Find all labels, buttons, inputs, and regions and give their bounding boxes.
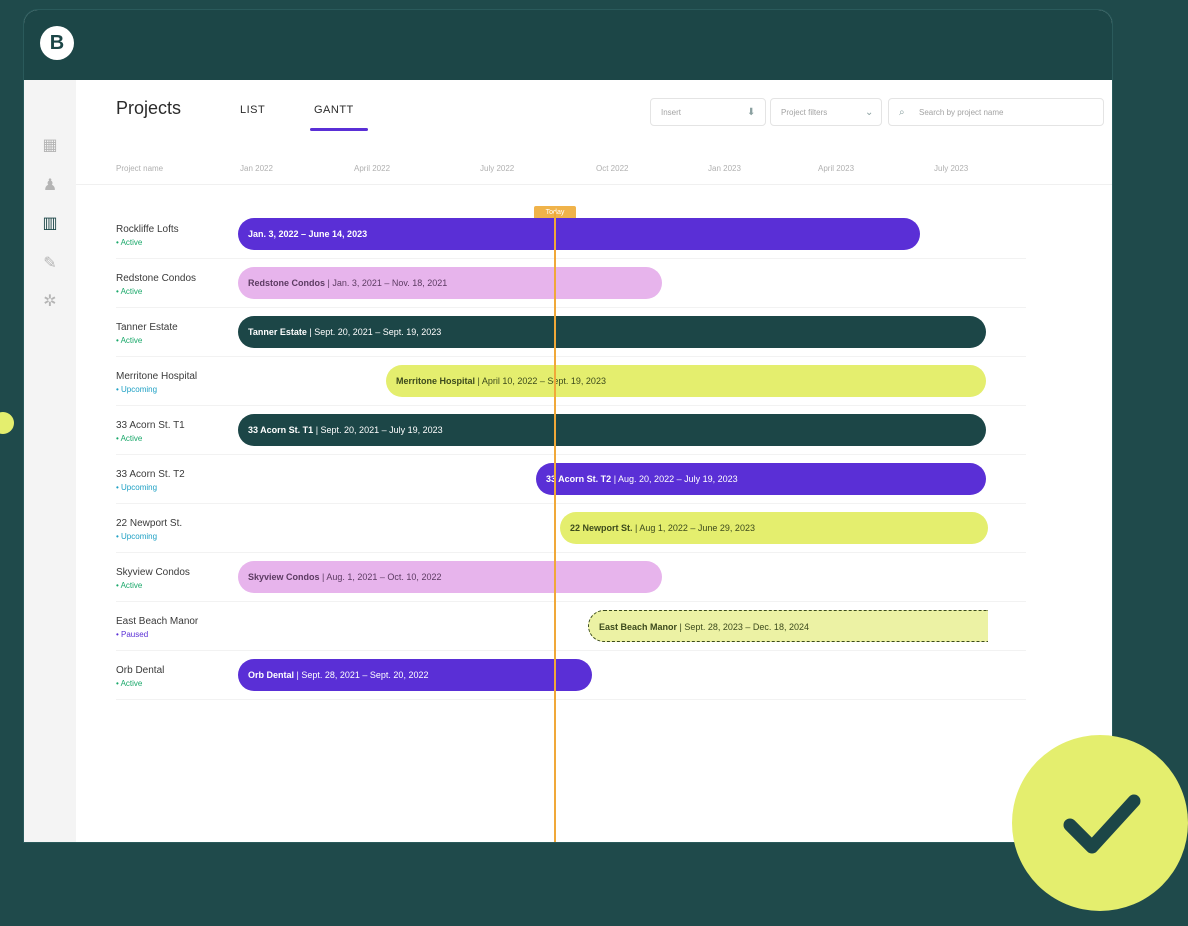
project-name[interactable]: Orb Dental	[116, 665, 164, 676]
status-badge: • Active	[116, 238, 143, 247]
gear-icon[interactable]: ✲	[40, 292, 60, 312]
bar-dates: Sept. 28, 2021 – Sept. 20, 2022	[301, 670, 429, 680]
project-name[interactable]: Rockliffe Lofts	[116, 224, 179, 235]
gantt-bar[interactable]: Skyview Condos | Aug. 1, 2021 – Oct. 10,…	[238, 561, 662, 593]
column-header-project-name: Project name	[116, 164, 164, 173]
column-header-month: Jan 2022	[240, 164, 273, 173]
project-name[interactable]: East Beach Manor	[116, 616, 198, 627]
bar-title: Tanner Estate	[248, 327, 307, 337]
row-divider	[116, 503, 1026, 504]
gantt-bar[interactable]: Orb Dental | Sept. 28, 2021 – Sept. 20, …	[238, 659, 592, 691]
bar-separator: |	[475, 376, 482, 386]
column-header-month: April 2022	[354, 164, 391, 173]
status-badge: • Active	[116, 336, 143, 345]
row-divider	[116, 650, 1026, 651]
bar-title: Orb Dental	[248, 670, 295, 680]
search-placeholder: Search by project name	[919, 108, 1004, 117]
row-divider	[116, 601, 1026, 602]
gantt-bar[interactable]: Redstone Condos | Jan. 3, 2021 – Nov. 18…	[238, 267, 662, 299]
bar-dates: Aug. 20, 2022 – July 19, 2023	[618, 474, 738, 484]
project-name[interactable]: Merritone Hospital	[116, 371, 197, 382]
row-divider	[116, 356, 1026, 357]
status-badge: • Upcoming	[116, 385, 158, 394]
gantt-bar[interactable]: 22 Newport St. | Aug 1, 2022 – June 29, …	[560, 512, 988, 544]
gantt-chart: Project name Jan 2022 April 2022 July 20…	[76, 150, 1112, 842]
gantt-bar[interactable]: Jan. 3, 2022 – June 14, 2023	[238, 218, 920, 250]
bar-title: 22 Newport St.	[570, 523, 633, 533]
search-icon: ⌕	[899, 107, 905, 118]
check-badge	[1012, 735, 1188, 911]
wrench-icon[interactable]: ✎	[40, 254, 60, 274]
gantt-bar[interactable]: East Beach Manor | Sept. 28, 2023 – Dec.…	[588, 610, 988, 642]
bar-dates: Jan. 3, 2022 – June 14, 2023	[248, 229, 368, 239]
gantt-bar[interactable]: 33 Acorn St. T1 | Sept. 20, 2021 – July …	[238, 414, 986, 446]
bar-title: 33 Acorn St. T1	[248, 425, 314, 435]
bar-separator: |	[611, 474, 619, 484]
filter-label: Project filters	[781, 108, 828, 117]
insert-label: Insert	[661, 108, 682, 117]
status-badge: • Active	[116, 434, 143, 443]
column-header-month: Jan 2023	[708, 164, 741, 173]
chevron-down-icon: ⌄	[865, 107, 874, 118]
building-icon[interactable]: ▥	[40, 214, 60, 234]
column-header-month: July 2022	[480, 164, 515, 173]
row-divider	[116, 699, 1026, 700]
status-badge: • Paused	[116, 630, 149, 639]
bar-dates: April 10, 2022 – Sept. 19, 2023	[481, 376, 606, 386]
bar-title: Redstone Condos	[248, 278, 326, 288]
bar-title: East Beach Manor	[599, 622, 678, 632]
user-icon[interactable]: ♟	[40, 176, 60, 196]
row-divider	[116, 552, 1026, 553]
sidebar: ▦ ♟ ▥ ✎ ✲	[24, 80, 77, 842]
bar-title: Skyview Condos	[248, 572, 320, 582]
bar-separator: |	[313, 425, 321, 435]
bar-dates: Sept. 28, 2023 – Dec. 18, 2024	[684, 622, 809, 632]
decorative-dot	[0, 412, 14, 434]
main-content: Projects LIST GANTT Insert ⬇ Project fil…	[76, 80, 1112, 842]
column-header-month: July 2023	[934, 164, 969, 173]
page-title: Projects	[116, 98, 182, 118]
bar-dates: Sept. 20, 2021 – July 19, 2023	[320, 425, 443, 435]
tab-gantt[interactable]: GANTT	[314, 104, 354, 116]
project-filters-dropdown[interactable]: Project filters ⌄	[770, 98, 882, 126]
status-badge: • Active	[116, 679, 143, 688]
project-name[interactable]: Tanner Estate	[116, 322, 178, 333]
insert-dropdown[interactable]: Insert ⬇	[650, 98, 766, 126]
app-logo[interactable]: B	[40, 26, 74, 60]
column-header-month: Oct 2022	[596, 164, 629, 173]
checkmark-icon	[1063, 794, 1141, 854]
project-name[interactable]: Redstone Condos	[116, 273, 196, 284]
row-divider	[116, 454, 1026, 455]
gantt-bar[interactable]: Merritone Hospital | April 10, 2022 – Se…	[386, 365, 986, 397]
bar-dates: Sept. 20, 2021 – Sept. 19, 2023	[314, 327, 442, 337]
status-badge: • Upcoming	[116, 532, 158, 541]
project-name[interactable]: Skyview Condos	[116, 567, 190, 578]
active-tab-indicator	[310, 128, 368, 131]
project-name[interactable]: 33 Acorn St. T1	[116, 420, 185, 431]
row-divider	[116, 405, 1026, 406]
bar-dates: Aug 1, 2022 – June 29, 2023	[639, 523, 755, 533]
column-header-month: April 2023	[818, 164, 855, 173]
app-window: B ▦ ♟ ▥ ✎ ✲ Projects LIST GANTT Insert ⬇…	[24, 10, 1112, 842]
gantt-bar[interactable]: 33 Acorn St. T2 | Aug. 20, 2022 – July 1…	[536, 463, 986, 495]
dashboard-icon[interactable]: ▦	[40, 136, 60, 156]
status-badge: • Active	[116, 581, 143, 590]
tab-list[interactable]: LIST	[240, 104, 265, 116]
insert-icon: ⬇	[747, 107, 756, 118]
bar-dates: Jan. 3, 2021 – Nov. 18, 2021	[332, 278, 448, 288]
titlebar: B	[24, 10, 1112, 80]
gantt-header: Project name Jan 2022 April 2022 July 20…	[76, 154, 1112, 185]
bar-dates: Aug. 1, 2021 – Oct. 10, 2022	[326, 572, 442, 582]
status-badge: • Active	[116, 287, 143, 296]
project-name[interactable]: 33 Acorn St. T2	[116, 469, 185, 480]
project-name[interactable]: 22 Newport St.	[116, 518, 182, 529]
gantt-bar[interactable]: Tanner Estate | Sept. 20, 2021 – Sept. 1…	[238, 316, 986, 348]
bar-title: Merritone Hospital	[396, 376, 476, 386]
row-divider	[116, 307, 1026, 308]
search-input[interactable]: ⌕ Search by project name	[888, 98, 1104, 126]
row-divider	[116, 258, 1026, 259]
status-badge: • Upcoming	[116, 483, 158, 492]
today-line	[554, 212, 556, 842]
